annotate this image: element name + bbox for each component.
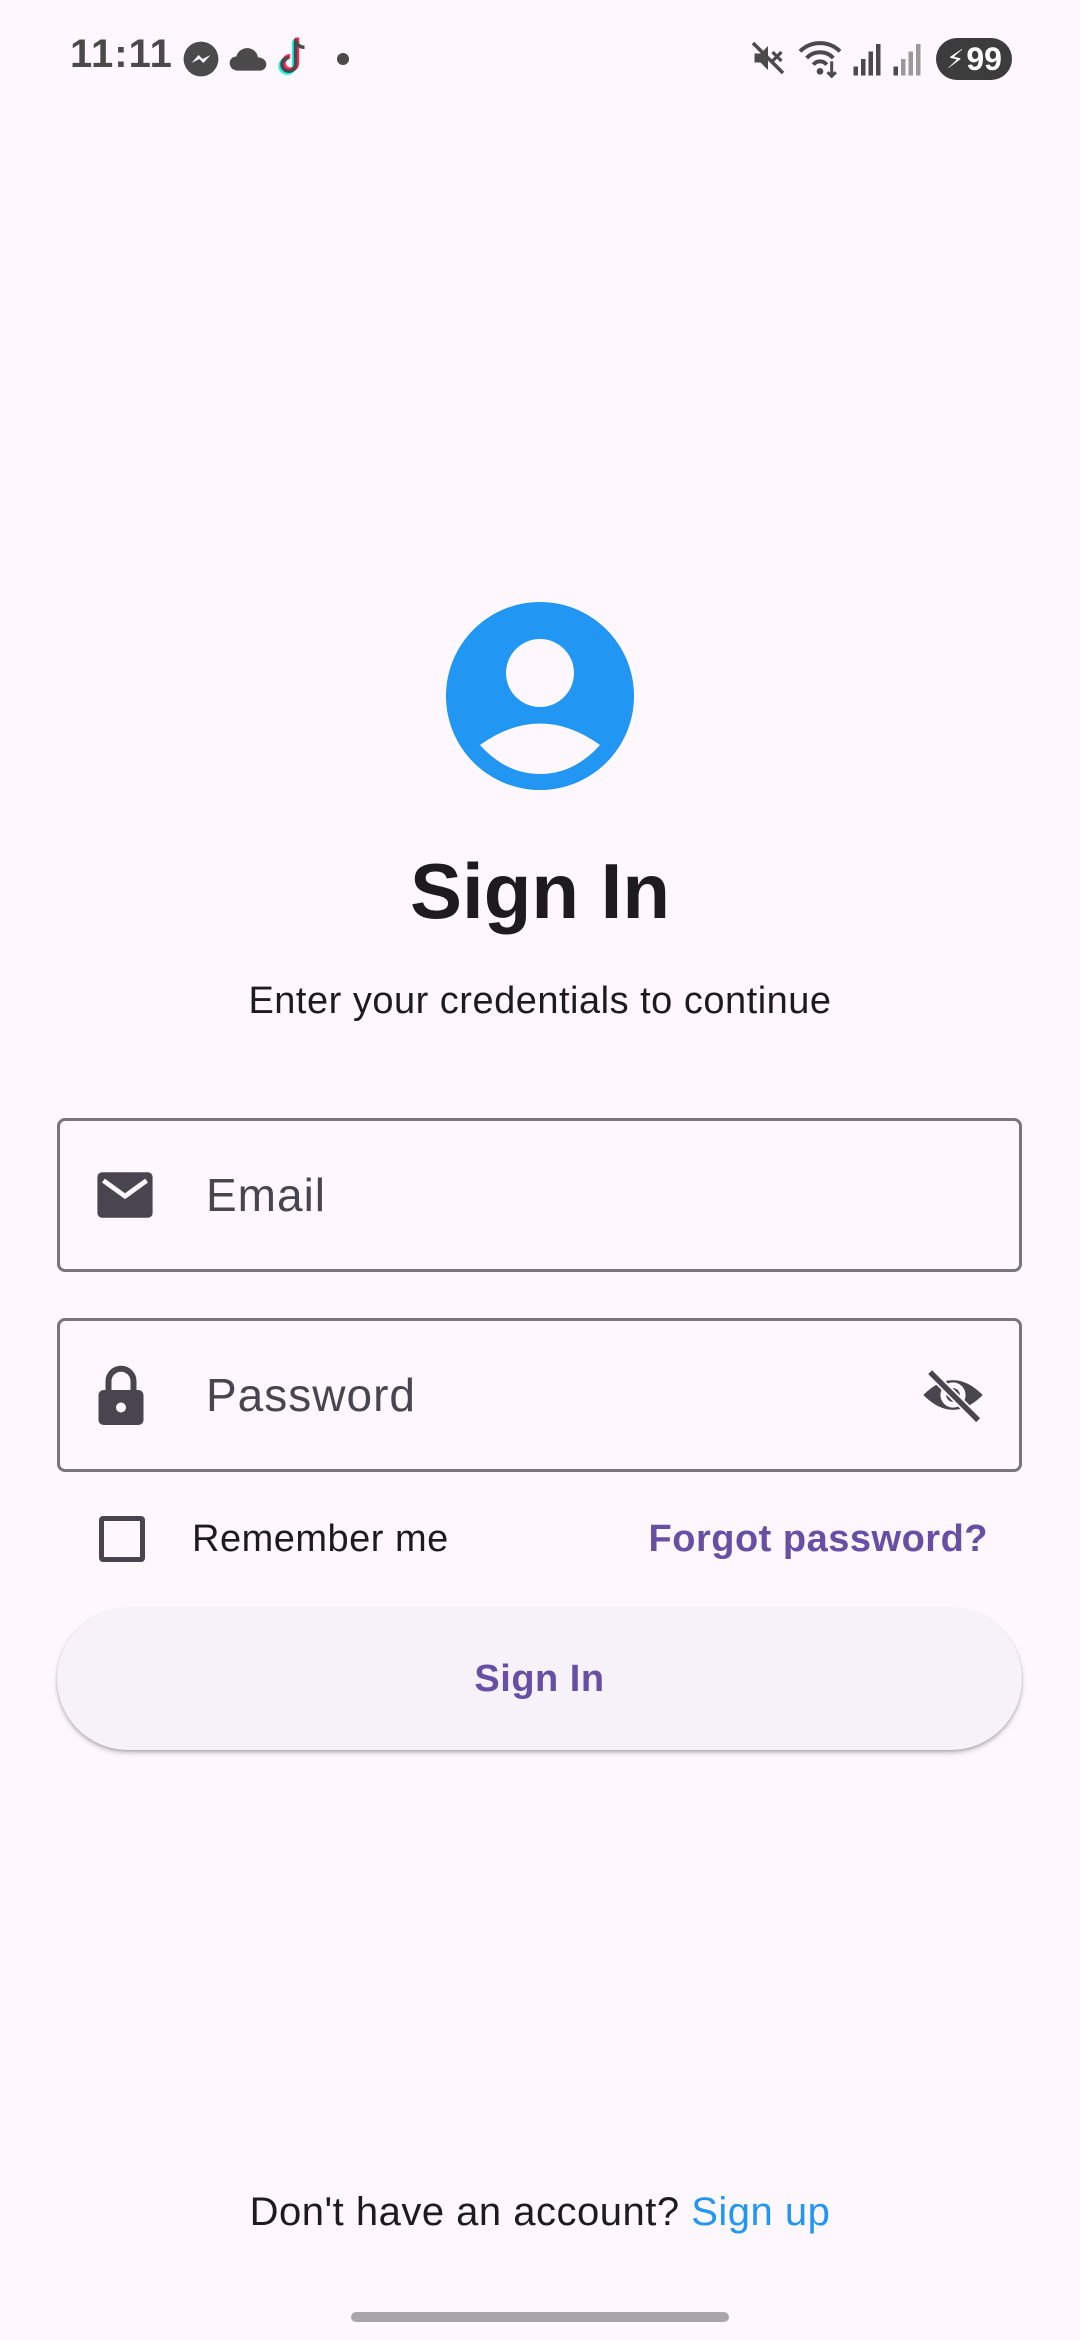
dot-icon [337,53,349,65]
sign-up-link[interactable]: Sign up [691,2190,830,2234]
page-subtitle: Enter your credentials to continue [248,980,832,1022]
remember-me-label[interactable]: Remember me [192,1518,449,1561]
email-field[interactable]: Email [57,1118,1022,1272]
battery-charging-icon: ⚡ 99 [936,38,1012,80]
status-time: 11:11 [70,32,173,76]
account-circle-icon [446,602,634,790]
remember-row: Remember me Forgot password? [57,1512,1022,1572]
status-bar: 11:11 ⚡ 99 [0,0,1080,120]
email-placeholder: Email [206,1169,327,1221]
signup-prompt: Don't have an account? [249,2190,692,2234]
signal-icon [893,44,921,76]
battery-level: 99 [966,40,1002,77]
password-placeholder: Password [206,1369,416,1421]
visibility-off-icon[interactable] [921,1367,985,1423]
password-field[interactable]: Password [57,1318,1022,1472]
lock-icon [98,1365,144,1425]
remember-me-checkbox[interactable] [99,1516,145,1562]
mute-icon [751,41,785,75]
page-title: Sign In [410,847,670,935]
sign-in-button[interactable]: Sign In [57,1608,1022,1750]
home-indicator[interactable] [351,2312,729,2322]
mail-icon [97,1172,153,1218]
forgot-password-link[interactable]: Forgot password? [649,1518,988,1561]
sign-in-screen: 11:11 ⚡ 99 Sign In Enter your credential… [0,0,1080,2340]
signal-icon [853,44,881,76]
messenger-icon [183,41,219,77]
cloud-icon [229,48,267,71]
wifi-icon [798,41,842,78]
signup-row: Don't have an account? Sign up [0,2190,1080,2235]
tiktok-icon [278,37,305,75]
